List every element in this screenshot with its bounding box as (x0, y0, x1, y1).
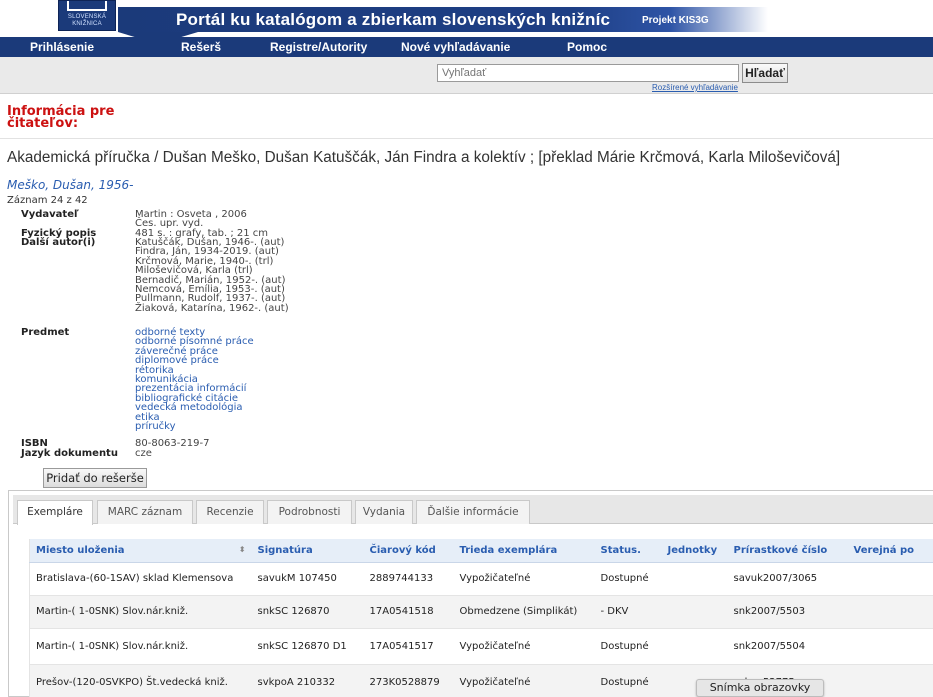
author-link[interactable]: Meško, Dušan, 1956- (7, 178, 133, 192)
nav-login[interactable]: Prihlásenie (30, 40, 94, 54)
cell-accession: snk2007/5504 (727, 628, 848, 665)
cell-location: Martin-( 1-0SNK) Slov.nár.kniž. (29, 628, 252, 665)
cell-units (661, 595, 728, 629)
cell-location: Martin-( 1-0SNK) Slov.nár.kniž. (29, 595, 252, 629)
cell-signature: savukM 107450 (251, 562, 364, 596)
tab-details[interactable]: Podrobnosti (267, 500, 352, 524)
cell-status: Dostupné (594, 664, 662, 697)
search-bar: Hľadať Rozšírené vyhľadávanie (0, 57, 933, 94)
tab-reviews[interactable]: Recenzie (196, 500, 264, 524)
cell-status: Dostupné (594, 628, 662, 665)
record-title: Akademická příručka / Dušan Meško, Dušan… (7, 149, 841, 166)
subject-label: Predmet (21, 327, 70, 338)
advanced-search-link[interactable]: Rozšírené vyhľadávanie (652, 83, 738, 92)
cell-units (661, 562, 728, 596)
column-header-location[interactable]: Miesto uloženia ⬍ (29, 539, 252, 563)
portal-title: Portál ku katalógom a zbierkam slovenský… (176, 10, 611, 29)
other-authors-label: Další autor(i) (21, 237, 96, 248)
search-button[interactable]: Hľadať (742, 63, 788, 83)
cell-units (661, 628, 728, 665)
logo-shape-icon (67, 1, 107, 11)
tab-marc[interactable]: MARC záznam (97, 500, 193, 524)
nav-help[interactable]: Pomoc (567, 40, 607, 54)
cell-public (847, 595, 933, 629)
cell-accession: savuk2007/3065 (727, 562, 848, 596)
cell-barcode: 17A0541517 (363, 628, 454, 665)
publisher-label: Vydavateľ (21, 209, 79, 220)
cell-status: Dostupné (594, 562, 662, 596)
subject-list: odborné texty odborné písomné práce záve… (135, 327, 254, 432)
tab-holdings[interactable]: Exempláre (17, 500, 93, 525)
language-label: Jazyk dokumentu (21, 448, 118, 459)
column-header-item-class[interactable]: Trieda exemplára (453, 539, 595, 563)
tab-strip: Exempláre MARC záznam Recenzie Podrobnos… (13, 495, 933, 525)
column-header-public[interactable]: Verejná po (847, 539, 933, 563)
cell-barcode: 273K0528879 (363, 664, 454, 697)
search-input[interactable] (437, 64, 739, 82)
cell-public (847, 664, 933, 697)
column-header-units[interactable]: Jednotky (661, 539, 728, 563)
library-logo[interactable]: SLOVENSKÁ KNIŽNICA (58, 0, 116, 31)
column-header-accession[interactable]: Prírastkové číslo (727, 539, 848, 563)
cell-location: Prešov-(120-0SVKPO) Št.vedecká kniž. (29, 664, 252, 697)
subject-link[interactable]: príručky (135, 421, 254, 431)
project-label[interactable]: Projekt KIS3G (642, 15, 709, 26)
cell-signature: snkSC 126870 D1 (251, 628, 364, 665)
other-author: Žiaková, Katarína, 1962-. (aut) (135, 302, 289, 314)
nav-new-search[interactable]: Nové vyhľadávanie (401, 40, 510, 54)
cell-item-class: Obmedzene (Simplikát) (453, 595, 595, 629)
cell-public (847, 628, 933, 665)
publisher-value: Martin : Osveta , 2006 Čes. upr. vyd. (135, 209, 247, 230)
cell-public (847, 562, 933, 596)
nav-research[interactable]: Rešerš (181, 40, 221, 54)
tab-more-info[interactable]: Ďalšie informácie (416, 500, 530, 524)
tab-editions[interactable]: Vydania (355, 500, 413, 524)
add-to-research-button[interactable]: Pridať do rešerše (43, 468, 147, 488)
cell-item-class: Vypožičateľné (453, 562, 595, 596)
cell-status: - DKV (594, 595, 662, 629)
column-header-barcode[interactable]: Čiarový kód (363, 539, 454, 563)
language-value: cze (135, 448, 152, 459)
record-count: Záznam 24 z 42 (7, 195, 88, 206)
divider (0, 138, 933, 139)
cell-item-class: Vypožičateľné (453, 664, 595, 697)
cell-barcode: 17A0541518 (363, 595, 454, 629)
cell-signature: svkpoA 210332 (251, 664, 364, 697)
table-header-row: Miesto uloženia ⬍ Signatúra Čiarový kód T… (29, 539, 933, 563)
column-header-signature[interactable]: Signatúra (251, 539, 364, 563)
cell-barcode: 2889744133 (363, 562, 454, 596)
isbn-value: 80-8063-219-7 (135, 438, 210, 449)
cell-location: Bratislava-(60-1SAV) sklad Klemensova (29, 562, 252, 596)
holdings-table: Miesto uloženia ⬍ Signatúra Čiarový kód T… (29, 539, 933, 697)
table-row[interactable]: Martin-( 1-0SNK) Slov.nár.kniž. snkSC 12… (29, 595, 933, 629)
cell-item-class: Vypožičateľné (453, 628, 595, 665)
header-banner: SLOVENSKÁ KNIŽNICA Portál ku katalógom a… (0, 0, 933, 38)
reader-info-heading[interactable]: Informácia pre čitateľov: (7, 105, 137, 130)
table-row[interactable]: Bratislava-(60-1SAV) sklad Klemensova sa… (29, 562, 933, 596)
table-row[interactable]: Martin-( 1-0SNK) Slov.nár.kniž. snkSC 12… (29, 628, 933, 665)
title-bar: Portál ku katalógom a zbierkam slovenský… (118, 7, 768, 38)
screenshot-tooltip: Snímka obrazovky (696, 679, 824, 697)
sort-icon[interactable]: ⬍ (239, 545, 246, 554)
nav-registers[interactable]: Registre/Autority (270, 40, 367, 54)
main-nav: Prihlásenie Rešerš Registre/Autority Nov… (0, 37, 933, 57)
cell-accession: snk2007/5503 (727, 595, 848, 629)
column-header-status[interactable]: Status. (594, 539, 662, 563)
isbn-label: ISBN (21, 438, 48, 449)
logo-text: SLOVENSKÁ KNIŽNICA (67, 14, 107, 27)
cell-signature: snkSC 126870 (251, 595, 364, 629)
other-authors-list: Katuščák, Dušan, 1946-. (aut) Findra, Já… (135, 237, 289, 314)
